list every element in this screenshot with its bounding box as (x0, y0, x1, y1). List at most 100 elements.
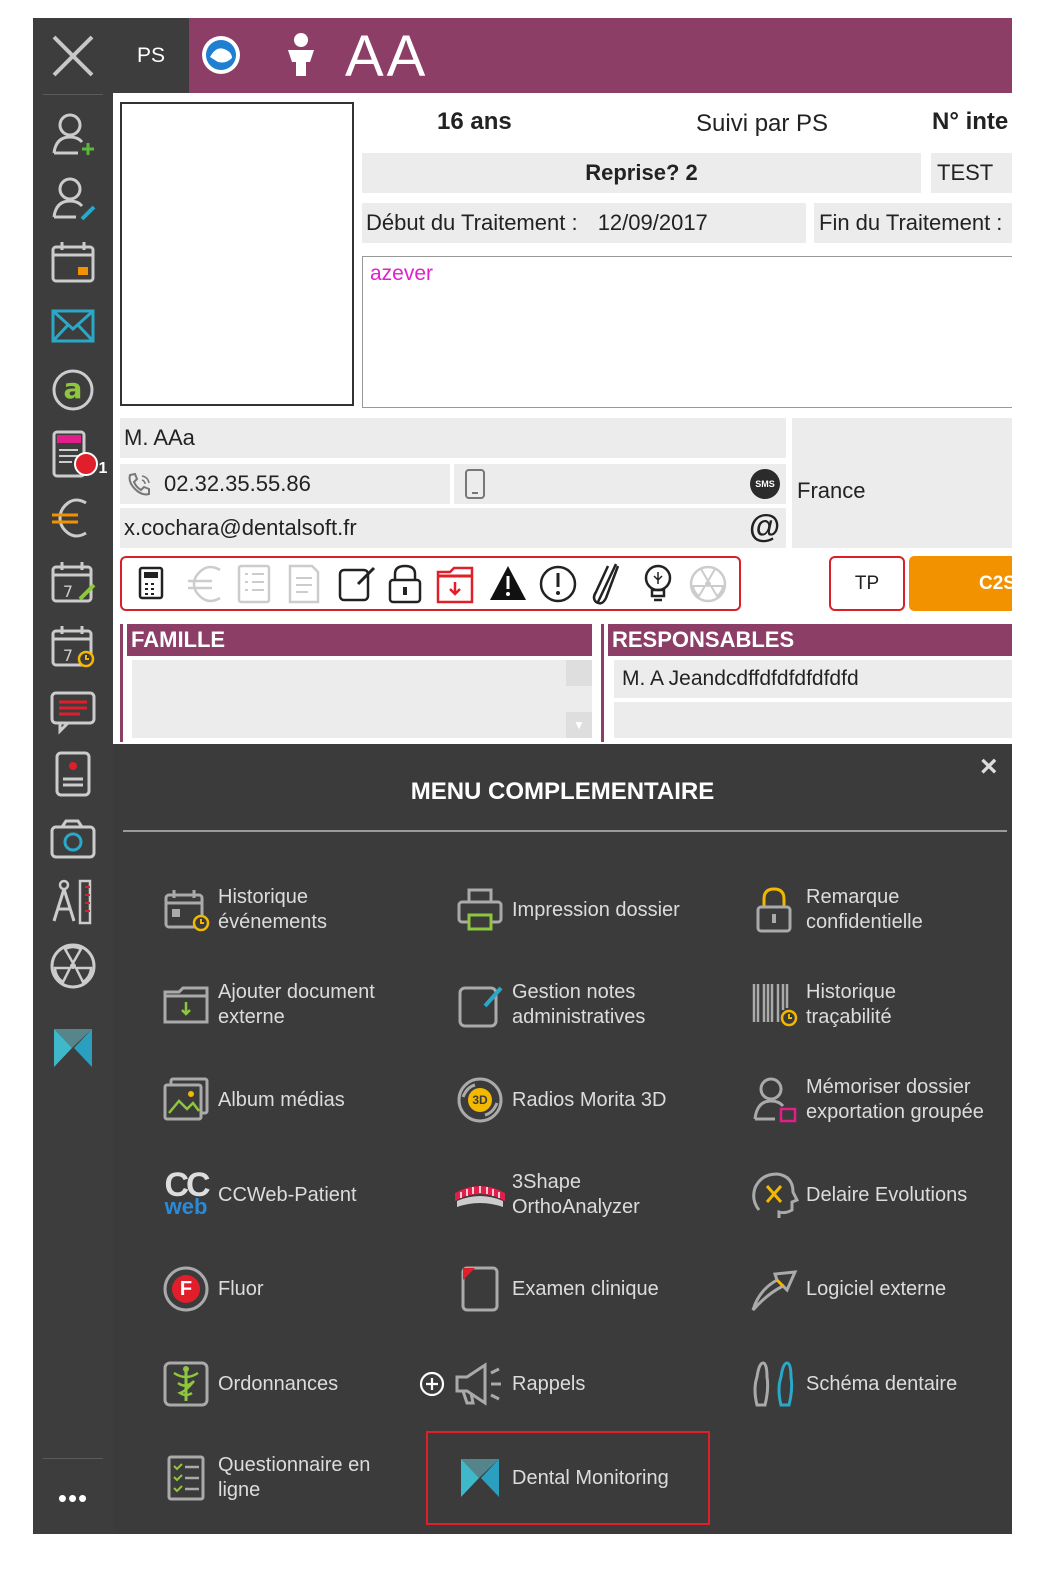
add-rappel-button[interactable] (418, 1370, 446, 1403)
edit-note-icon[interactable] (338, 566, 376, 602)
email-button[interactable]: a (33, 360, 113, 420)
appointments-button[interactable] (33, 232, 113, 292)
lightbulb-icon[interactable] (644, 564, 672, 602)
famille-list[interactable] (132, 660, 592, 738)
mail-button[interactable] (33, 296, 113, 356)
megaphone-icon (452, 1356, 508, 1412)
practitioner-code[interactable]: PS (113, 18, 189, 93)
treatment-start-label: Début du Traitement : (366, 210, 578, 235)
menu-item-gestion-notes[interactable]: Gestion notes administratives (452, 970, 742, 1040)
contact-name[interactable]: M. AAa (120, 418, 786, 458)
barcode-clock-icon (746, 977, 802, 1033)
patient-card-icon (55, 751, 91, 797)
child-patient-icon (282, 32, 320, 83)
radiation-icon[interactable] (689, 565, 727, 603)
followed-by: Suivi par PS (696, 110, 829, 137)
menu-item-schema-dentaire[interactable]: Schéma dentaire (746, 1349, 1036, 1419)
notes-area[interactable]: azever (362, 256, 1012, 408)
planning-edit-button[interactable]: 7 (33, 552, 113, 612)
responsable-item[interactable] (614, 702, 1012, 738)
menu-item-fluor[interactable]: F Fluor (158, 1254, 448, 1324)
sms-button[interactable]: SMS (750, 469, 780, 499)
dental-arch-icon (452, 1167, 508, 1223)
user-add-icon (52, 113, 94, 155)
dental-monitoring-icon (452, 1450, 508, 1506)
menu-item-ajouter-document[interactable]: Ajouter document externe (158, 970, 448, 1040)
responsables-border (601, 624, 604, 742)
menu-item-remarque-confidentielle[interactable]: Remarque confidentielle (746, 875, 1036, 945)
svg-text:7: 7 (63, 582, 73, 601)
list-icon[interactable] (237, 564, 271, 604)
menu-item-historique-tracabilite[interactable]: Historique traçabilité (746, 970, 1036, 1040)
tag-field: TEST (931, 153, 1012, 193)
clinical-exam-icon (452, 1261, 508, 1317)
at-sign-icon: @ (749, 508, 781, 544)
euro-icon[interactable] (188, 565, 221, 603)
menu-item-rappels[interactable]: Rappels (452, 1349, 742, 1419)
radiology-button[interactable] (33, 936, 113, 996)
more-dots: ••• (57, 1482, 89, 1513)
menu-item-ordonnances[interactable]: Ordonnances (158, 1349, 448, 1419)
billing-button[interactable] (33, 488, 113, 548)
address-field[interactable]: France (792, 418, 1012, 548)
famille-border (120, 624, 123, 742)
country-value: France (797, 478, 866, 503)
menu-item-dental-monitoring[interactable]: Dental Monitoring (452, 1443, 742, 1513)
menu-item-questionnaire[interactable]: Questionnaire en ligne (158, 1443, 448, 1513)
cephalometry-button[interactable] (33, 872, 113, 932)
responsable-item[interactable]: M. A Jeandcdffdfdfdfdfdfd (614, 660, 1012, 698)
morita-3d-icon: 3D (452, 1072, 508, 1128)
agenda-button[interactable]: 1 (33, 424, 113, 484)
menu-item-memoriser-dossier[interactable]: Mémoriser dossier exportation groupée (746, 1065, 1036, 1135)
menu-item-album-medias[interactable]: Album médias (158, 1065, 448, 1135)
close-icon (52, 35, 94, 77)
test-tube-icon[interactable] (592, 563, 620, 605)
left-toolbar: a 1 7 7 ••• (33, 18, 113, 1534)
phone-icon (126, 472, 154, 503)
treatment-start-value: 12/09/2017 (597, 210, 708, 235)
calendar-edit-icon: 7 (51, 562, 96, 603)
more-button[interactable]: ••• (33, 1468, 113, 1528)
mobile-field[interactable] (454, 464, 786, 504)
tp-button[interactable]: TP (829, 556, 905, 611)
note-edit-icon (452, 977, 508, 1033)
patient-photo[interactable] (120, 102, 354, 406)
new-patient-button[interactable] (33, 104, 113, 164)
agenda-badge: 1 (98, 460, 108, 477)
user-save-icon (746, 1072, 802, 1128)
document-icon[interactable] (288, 564, 320, 604)
close-button[interactable] (33, 26, 113, 86)
menu-item-impression-dossier[interactable]: Impression dossier (452, 875, 742, 945)
morita-badge: 3D (472, 1093, 488, 1107)
edit-patient-button[interactable] (33, 168, 113, 228)
svg-text:a: a (64, 372, 83, 405)
menu-item-logiciel-externe[interactable]: Logiciel externe (746, 1254, 1036, 1324)
famille-scroll-down[interactable]: ▼ (566, 712, 592, 738)
messages-button[interactable] (33, 680, 113, 740)
teeth-icon (746, 1356, 802, 1412)
camera-button[interactable] (33, 808, 113, 868)
menu-item-delaire[interactable]: Delaire Evolutions (746, 1160, 1036, 1230)
warning-icon[interactable] (490, 566, 526, 600)
treatment-end-label: Fin du Traitement : (814, 203, 1012, 243)
calendar-clock-icon: 7 (51, 626, 95, 668)
alert-circle-icon[interactable] (539, 565, 577, 603)
menu-item-radios-morita[interactable]: 3D Radios Morita 3D (452, 1065, 742, 1135)
menu-item-3shape[interactable]: 3Shape OrthoAnalyzer (452, 1160, 742, 1230)
calculator-icon[interactable] (138, 566, 164, 600)
mobile-phone-icon (464, 468, 486, 505)
email-field[interactable]: x.cochara@dentalsoft.fr (120, 508, 786, 548)
menu-item-historique-evenements[interactable]: Historique événements (158, 875, 448, 945)
folder-download-icon[interactable] (436, 566, 474, 604)
ortho-logo-icon (200, 34, 242, 81)
send-email-button[interactable]: @ (749, 508, 780, 545)
famille-scroll-up[interactable] (566, 660, 592, 686)
c2s-button[interactable]: C2S (909, 556, 1012, 611)
menu-item-examen-clinique[interactable]: Examen clinique (452, 1254, 742, 1324)
planning-history-button[interactable]: 7 (33, 616, 113, 676)
patient-card-button[interactable] (33, 744, 113, 804)
menu-item-ccweb-patient[interactable]: CC web CCWeb-Patient (158, 1160, 448, 1230)
phone-field[interactable]: 02.32.35.55.86 (120, 464, 450, 504)
padlock-icon[interactable] (388, 564, 422, 604)
dental-monitoring-button[interactable] (33, 1018, 113, 1078)
